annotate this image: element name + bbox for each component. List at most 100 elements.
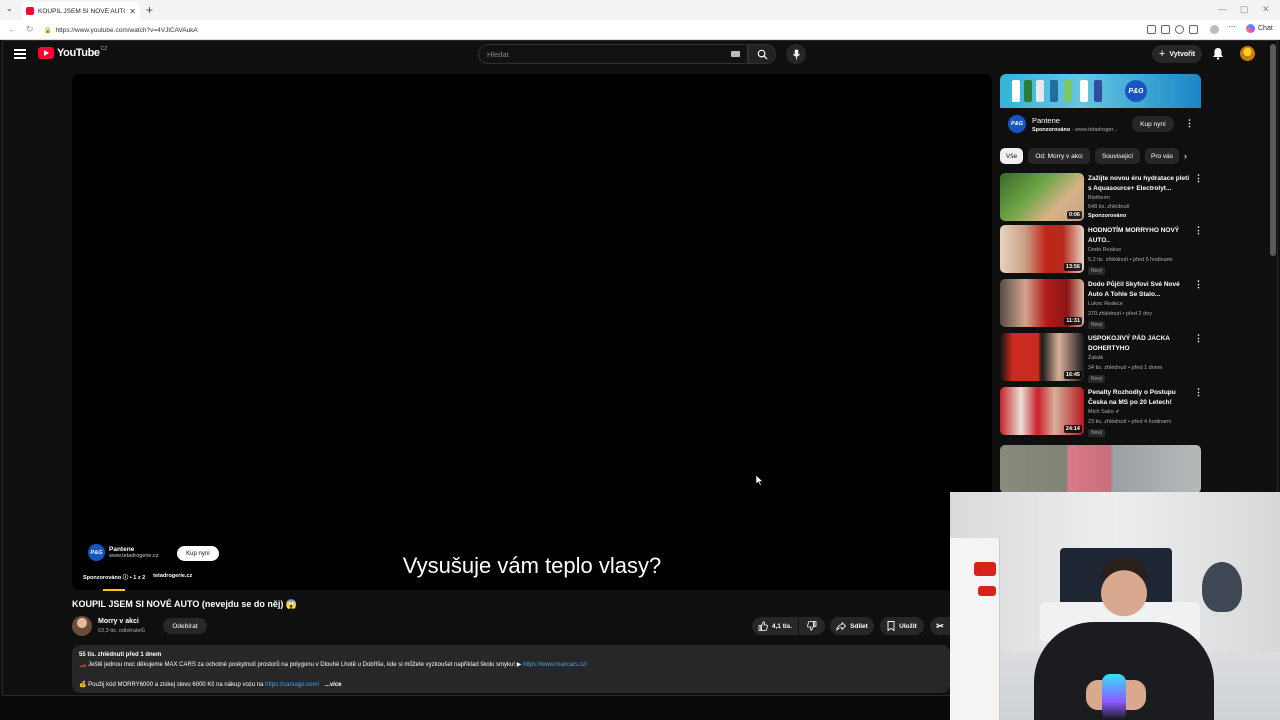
notifications-button[interactable] <box>1212 47 1224 65</box>
favorites-star-icon[interactable] <box>1175 25 1184 34</box>
recommendation-title[interactable]: HODNOTÍM MORRYHO NOVÝ AUTO.. <box>1088 226 1192 245</box>
recommendation-title[interactable]: Penalty Rozhodly o Postupu Česka na MS p… <box>1088 388 1192 407</box>
video-duration: 13:56 <box>1063 263 1082 271</box>
maximize-window-icon[interactable]: ▢ <box>1240 4 1249 15</box>
video-duration: 24:14 <box>1063 425 1082 433</box>
channel-avatar[interactable] <box>72 616 92 636</box>
keyboard-icon[interactable] <box>731 51 740 57</box>
more-menu-icon[interactable]: ⋯ <box>1228 22 1237 31</box>
video-thumbnail[interactable]: 0:06 <box>1000 173 1084 221</box>
clip-button[interactable]: ✂ <box>930 617 950 635</box>
more-vert-icon[interactable]: ⋮ <box>1194 279 1203 290</box>
back-icon[interactable]: ← <box>8 24 17 34</box>
split-screen-icon[interactable] <box>1161 25 1170 34</box>
verified-icon: ✔ <box>1115 409 1120 415</box>
recommendation-channel[interactable]: Mich Sako ✔ <box>1088 409 1120 415</box>
pg-banner-logo: P&G <box>1125 80 1147 102</box>
close-tab-icon[interactable]: ✕ <box>129 7 136 16</box>
channel-name[interactable]: Morry v akci <box>98 618 139 625</box>
recommendation-channel[interactable]: Žabák <box>1088 355 1103 361</box>
maxcars-link[interactable]: https://www.maxcars.cz/ <box>523 662 587 668</box>
close-window-icon[interactable]: ✕ <box>1262 4 1270 15</box>
more-vert-icon[interactable]: ⋮ <box>1185 118 1194 129</box>
youtube-favicon-icon <box>26 7 34 15</box>
account-avatar[interactable] <box>1240 46 1255 61</box>
carvago-link[interactable]: https://carvago.com/ <box>265 682 319 688</box>
chevron-right-icon[interactable]: › <box>1184 151 1187 161</box>
recommendation-item[interactable]: 11:31 Dodo Půjčil Skyfovi Své Nové Auto … <box>1000 279 1203 329</box>
chip-all[interactable]: Vše <box>1000 148 1023 164</box>
video-thumbnail[interactable]: 11:31 <box>1000 279 1084 327</box>
youtube-wordmark: YouTube <box>57 47 100 59</box>
description-line-1: 🏎️ Ještě jednou moc děkujeme MAX CARS za… <box>79 662 523 668</box>
bookmark-icon <box>887 621 895 631</box>
more-vert-icon[interactable]: ⋮ <box>1194 173 1203 184</box>
video-thumbnail[interactable]: 24:14 <box>1000 387 1084 435</box>
sidebar-ad-buy-button[interactable]: Kup nyní <box>1132 116 1174 132</box>
create-button[interactable]: + Vytvořit <box>1152 45 1202 63</box>
search-input[interactable]: Hledat <box>478 44 748 64</box>
recommendation-title[interactable]: Zažijte novou éru hydratace pleti s Aqua… <box>1088 174 1192 193</box>
video-player[interactable] <box>72 74 992 590</box>
tab-list-chevron-icon[interactable]: ⌄ <box>6 4 13 13</box>
scissors-icon: ✂ <box>936 620 944 631</box>
video-thumbnail[interactable]: 16:45 <box>1000 333 1084 381</box>
recommendation-channel[interactable]: Biotherm <box>1088 195 1110 201</box>
bell-icon <box>1213 48 1223 60</box>
page-scrollbar[interactable] <box>1270 44 1276 256</box>
chip-from-channel[interactable]: Od: Morry v akci <box>1028 148 1090 164</box>
search-button[interactable] <box>748 44 776 64</box>
save-button[interactable]: Uložit <box>880 617 924 635</box>
microphone-icon <box>792 49 800 59</box>
webcam-overlay <box>950 492 1280 720</box>
share-label: Sdílet <box>850 622 868 630</box>
minimize-window-icon[interactable]: — <box>1218 4 1227 14</box>
chat-label: Chat <box>1258 25 1273 32</box>
video-thumbnail[interactable]: 13:56 <box>1000 225 1084 273</box>
refresh-icon[interactable]: ↻ <box>26 24 34 35</box>
recommendation-stats: 5,2 tis. zhlédnutí • před 5 hodinami <box>1088 257 1173 263</box>
dislike-button[interactable] <box>799 617 825 635</box>
hamburger-menu-icon[interactable] <box>14 49 26 59</box>
extension-icon[interactable] <box>1147 25 1156 34</box>
recommendation-title[interactable]: USPOKOJIVÝ PÁD JACKA DOHERTYHO <box>1088 334 1192 353</box>
address-bar[interactable]: 🔒 https://www.youtube.com/watch?v=4VJlCA… <box>44 23 1134 37</box>
youtube-logo[interactable]: YouTube CZ <box>38 46 108 59</box>
recommendation-stats: 270 zhlédnutí • před 2 dny <box>1088 311 1152 317</box>
recommendation-channel[interactable]: Dodo Reakce <box>1088 247 1121 253</box>
recommendation-item[interactable]: 13:56 HODNOTÍM MORRYHO NOVÝ AUTO.. Dodo … <box>1000 225 1203 275</box>
new-badge: Nový <box>1088 267 1106 275</box>
recommendation-title[interactable]: Dodo Půjčil Skyfovi Své Nové Auto A Tohl… <box>1088 280 1192 299</box>
address-bar-row: ← ↻ 🔒 https://www.youtube.com/watch?v=4V… <box>0 20 1280 40</box>
video-thumbnail[interactable] <box>1000 445 1201 493</box>
show-more-link[interactable]: ...více <box>325 682 342 688</box>
new-tab-icon[interactable]: + <box>146 3 153 17</box>
more-vert-icon[interactable]: ⋮ <box>1194 387 1203 398</box>
chip-related[interactable]: Souvisejicí <box>1095 148 1140 164</box>
share-button[interactable]: Sdílet <box>830 617 874 635</box>
recommendation-stats: 23 tis. zhlédnutí • před 4 hodinami <box>1088 419 1171 425</box>
create-label: Vytvořit <box>1169 50 1196 58</box>
more-vert-icon[interactable]: ⋮ <box>1194 225 1203 236</box>
description-box[interactable]: 55 tis. zhlédnutí před 1 dnem 🏎️ Ještě j… <box>72 645 950 693</box>
recommendation-item[interactable]: 24:14 Penalty Rozhodly o Postupu Česka n… <box>1000 387 1203 437</box>
recommendation-item[interactable]: 0:06 Zažijte novou éru hydratace pleti s… <box>1000 173 1203 223</box>
country-code: CZ <box>100 46 108 52</box>
browser-tab[interactable]: KOUPIL JSEM SI NOVÉ AUTO (neve ✕ <box>22 2 140 20</box>
chip-for-you[interactable]: Pro vás <box>1145 148 1179 164</box>
subscriber-count: 63,3 tis. odběratelů <box>98 628 145 634</box>
thumbs-up-icon <box>758 621 768 631</box>
ad-progress-bar[interactable] <box>103 589 125 591</box>
profile-avatar-icon[interactable] <box>1210 25 1219 34</box>
subscribe-button[interactable]: Odebírat <box>163 618 207 634</box>
video-title: KOUPIL JSEM SI NOVÉ AUTO (nevejdu se do … <box>72 599 298 609</box>
recommendation-item[interactable]: 16:45 USPOKOJIVÝ PÁD JACKA DOHERTYHO Žab… <box>1000 333 1203 383</box>
sidebar-ad-banner[interactable]: P&G <box>1000 74 1201 108</box>
more-vert-icon[interactable]: ⋮ <box>1194 333 1203 344</box>
collections-icon[interactable] <box>1189 25 1198 34</box>
video-duration: 16:45 <box>1063 371 1082 379</box>
like-button[interactable]: 4,1 tis. <box>752 617 798 635</box>
copilot-chat-button[interactable]: Chat <box>1246 24 1273 33</box>
recommendation-channel[interactable]: Lukec Reakce <box>1088 301 1123 307</box>
voice-search-button[interactable] <box>786 44 806 64</box>
